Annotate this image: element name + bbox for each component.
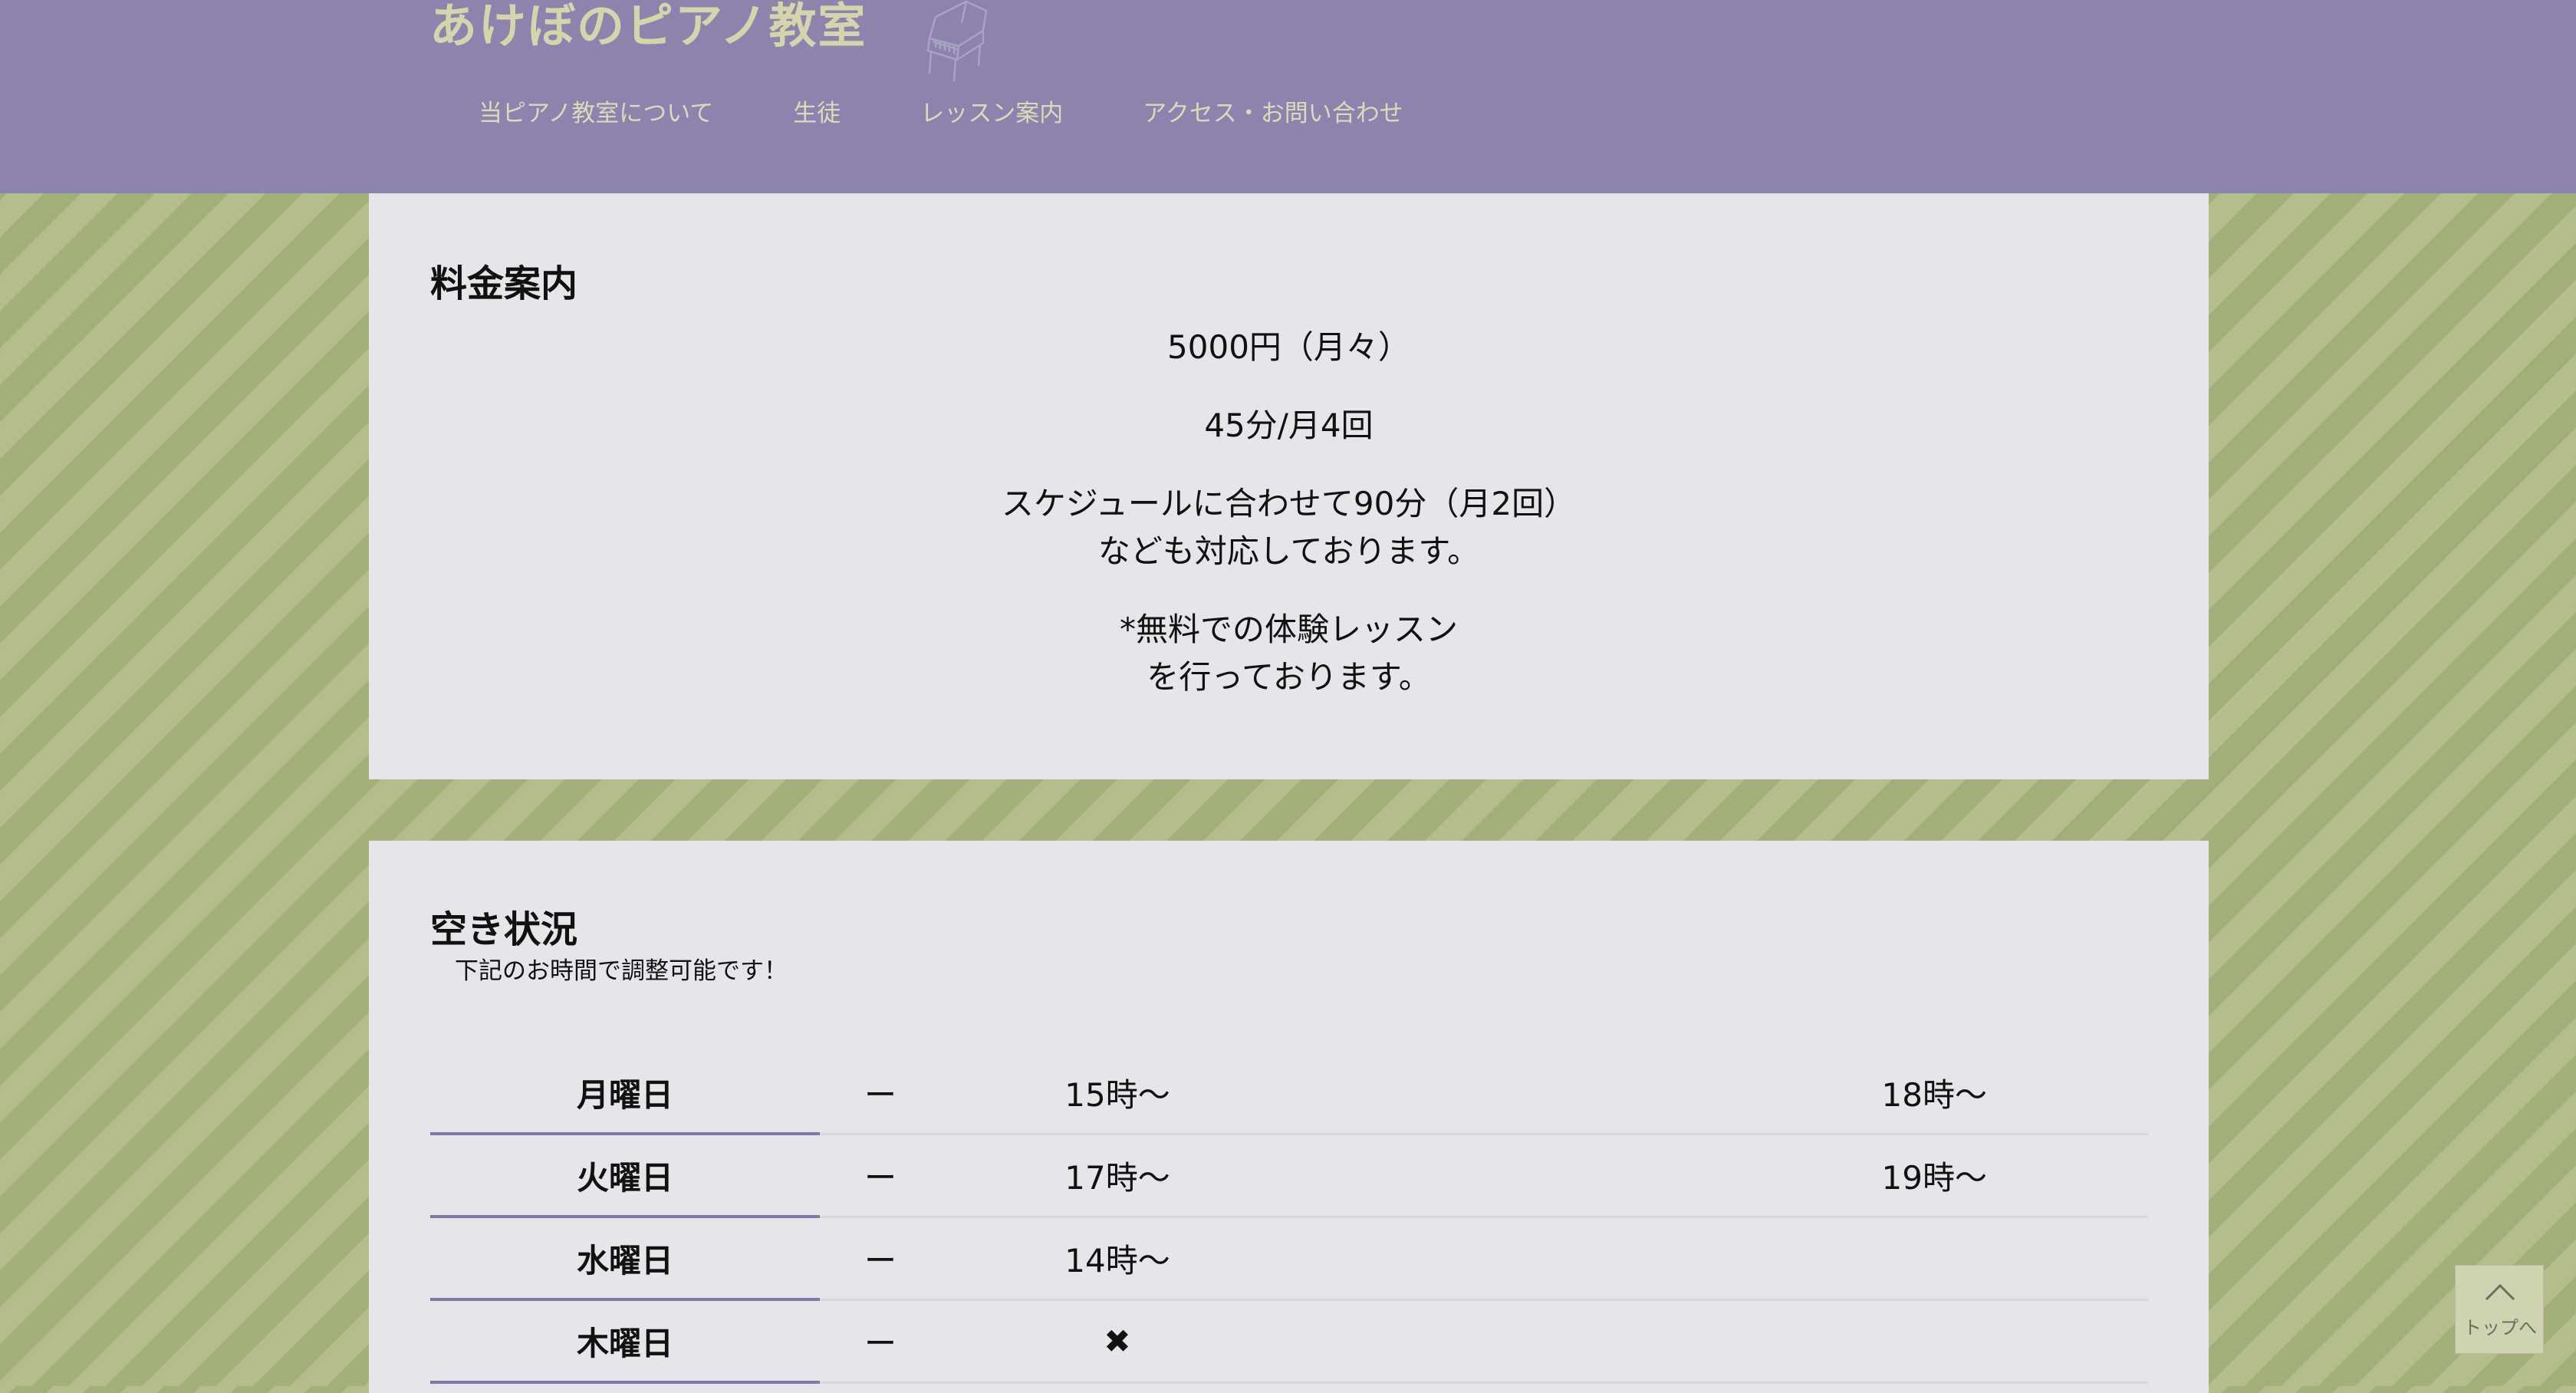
flexible-schedule-line-1: スケジュールに合わせて90分（月2回） — [1001, 485, 1577, 522]
nav-item-students[interactable]: 生徒 — [793, 97, 841, 130]
table-row: 水曜日 ー 14時〜 — [430, 1217, 2148, 1301]
back-to-top-button[interactable]: トップへ — [2455, 1265, 2544, 1354]
unavailable-mark: ✖ — [964, 1299, 1271, 1384]
slot-cell: ー — [820, 1052, 964, 1135]
flexible-schedule-line-2: なども対応しております。 — [1097, 532, 1480, 570]
lesson-frequency: 45分/月4回 — [1204, 407, 1374, 444]
day-cell: 木曜日 — [430, 1299, 820, 1384]
flexible-schedule-note: スケジュールに合わせて90分（月2回） なども対応しております。 — [369, 480, 2209, 575]
day-cell: 水曜日 — [430, 1217, 820, 1301]
availability-section: 空き状況 下記のお時間で調整可能です！ 月曜日 ー 15時〜 18時〜 火曜日 … — [369, 841, 2209, 1393]
day-cell: 火曜日 — [430, 1134, 820, 1218]
slot-cell: 14時〜 — [964, 1217, 1271, 1301]
nav-item-lessons[interactable]: レッスン案内 — [920, 97, 1063, 130]
trial-lesson-line-1: *無料での体験レッスン — [1119, 611, 1458, 648]
slot-cell: ー — [820, 1217, 964, 1301]
nav-item-access-contact[interactable]: アクセス・お問い合わせ — [1143, 97, 1403, 130]
slot-cell: 17時〜 — [964, 1134, 1271, 1218]
monthly-fee: 5000円（月々） — [1167, 328, 1410, 366]
day-cell: 月曜日 — [430, 1052, 820, 1135]
pricing-section: 料金案内 5000円（月々） 45分/月4回 スケジュールに合わせて90分（月2… — [369, 193, 2209, 779]
slot-cell — [1271, 1299, 2148, 1384]
availability-subtitle: 下記のお時間で調整可能です！ — [455, 957, 788, 985]
global-nav: 当ピアノ教室について 生徒 レッスン案内 アクセス・お問い合わせ — [479, 97, 1483, 130]
pricing-heading: 料金案内 — [430, 262, 578, 305]
slot-cell: ー — [820, 1299, 964, 1384]
nav-item-about[interactable]: 当ピアノ教室について — [479, 97, 713, 130]
chevron-up-icon — [2485, 1283, 2515, 1301]
back-to-top-label: トップへ — [2463, 1317, 2537, 1339]
slot-cell: 19時〜 — [1271, 1134, 2148, 1218]
site-title[interactable]: あけぼのピアノ教室 — [429, 0, 867, 57]
site-header: あけぼのピアノ教室 当ピアノ教室について 生徒 レッスン案内 アクセス・お問い合… — [0, 0, 2576, 193]
slot-cell: 18時〜 — [1271, 1052, 2148, 1135]
pricing-body: 5000円（月々） 45分/月4回 スケジュールに合わせて90分（月2回） など… — [369, 324, 2209, 732]
availability-heading: 空き状況 — [430, 908, 578, 951]
table-row: 木曜日 ー ✖ — [430, 1299, 2148, 1384]
trial-lesson-note: *無料での体験レッスン を行っております。 — [369, 606, 2209, 701]
slot-cell: ー — [820, 1134, 964, 1218]
slot-cell: 15時〜 — [964, 1052, 1271, 1135]
table-row: 火曜日 ー 17時〜 19時〜 — [430, 1134, 2148, 1218]
availability-table: 月曜日 ー 15時〜 18時〜 火曜日 ー 17時〜 19時〜 水曜日 ー 14… — [430, 1052, 2148, 1384]
grand-piano-icon — [926, 0, 988, 82]
slot-cell — [1271, 1217, 2148, 1301]
table-row: 月曜日 ー 15時〜 18時〜 — [430, 1052, 2148, 1135]
trial-lesson-line-2: を行っております。 — [1147, 658, 1431, 696]
